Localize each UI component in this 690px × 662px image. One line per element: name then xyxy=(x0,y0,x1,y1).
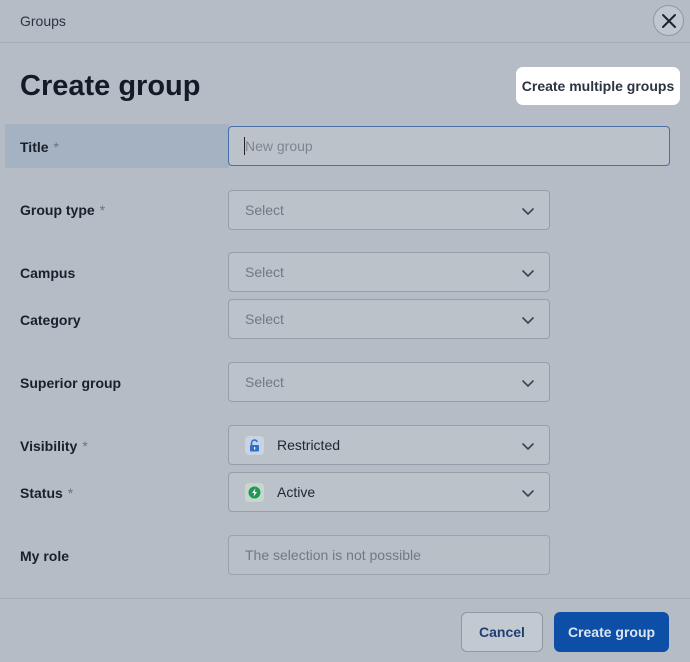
cancel-button[interactable]: Cancel xyxy=(461,612,543,652)
group-type-label: Group type * xyxy=(20,202,105,218)
campus-select[interactable]: Select xyxy=(228,252,550,292)
visibility-badge xyxy=(245,436,264,455)
category-value: Select xyxy=(245,311,284,327)
close-icon xyxy=(662,14,676,28)
create-group-modal: Groups Create group Create multiple grou… xyxy=(0,0,690,662)
bolt-icon xyxy=(248,486,261,499)
visibility-select[interactable]: Restricted xyxy=(228,425,550,465)
modal-header: Groups xyxy=(0,0,690,43)
status-label-text: Status xyxy=(20,485,63,501)
chevron-down-icon xyxy=(522,208,534,216)
campus-value: Select xyxy=(245,264,284,280)
chevron-down-icon xyxy=(522,490,534,498)
text-caret xyxy=(244,137,245,155)
category-label: Category xyxy=(20,312,81,328)
create-multiple-groups-button[interactable]: Create multiple groups xyxy=(516,67,680,105)
status-badge xyxy=(245,483,264,502)
required-marker: * xyxy=(67,485,74,501)
superior-group-label: Superior group xyxy=(20,375,122,391)
group-type-value: Select xyxy=(245,202,284,218)
group-type-select[interactable]: Select xyxy=(228,190,550,230)
lock-open-icon xyxy=(250,439,259,452)
title-label-text: Title xyxy=(20,139,49,155)
required-marker: * xyxy=(99,202,106,218)
campus-label: Campus xyxy=(20,265,76,281)
close-button[interactable] xyxy=(653,5,684,36)
chevron-down-icon xyxy=(522,317,534,325)
create-group-button[interactable]: Create group xyxy=(554,612,669,652)
visibility-value: Restricted xyxy=(277,437,341,453)
footer-divider xyxy=(0,598,690,599)
chevron-down-icon xyxy=(522,380,534,388)
group-type-label-text: Group type xyxy=(20,202,95,218)
my-role-label: My role xyxy=(20,548,70,564)
status-select[interactable]: Active xyxy=(228,472,550,512)
status-label: Status * xyxy=(20,485,73,501)
chevron-down-icon xyxy=(522,270,534,278)
title-input[interactable] xyxy=(228,126,670,166)
category-select[interactable]: Select xyxy=(228,299,550,339)
superior-group-value: Select xyxy=(245,374,284,390)
superior-group-select[interactable]: Select xyxy=(228,362,550,402)
page-title: Create group xyxy=(20,70,201,102)
my-role-field: The selection is not possible xyxy=(228,535,550,575)
my-role-value: The selection is not possible xyxy=(245,547,421,563)
header-title: Groups xyxy=(20,13,66,29)
required-marker: * xyxy=(82,438,88,454)
visibility-label: Visibility * xyxy=(20,438,88,454)
required-marker: * xyxy=(53,139,59,155)
title-label: Title * xyxy=(20,139,59,155)
visibility-label-text: Visibility xyxy=(20,438,78,454)
status-value: Active xyxy=(277,484,316,500)
chevron-down-icon xyxy=(522,443,534,451)
